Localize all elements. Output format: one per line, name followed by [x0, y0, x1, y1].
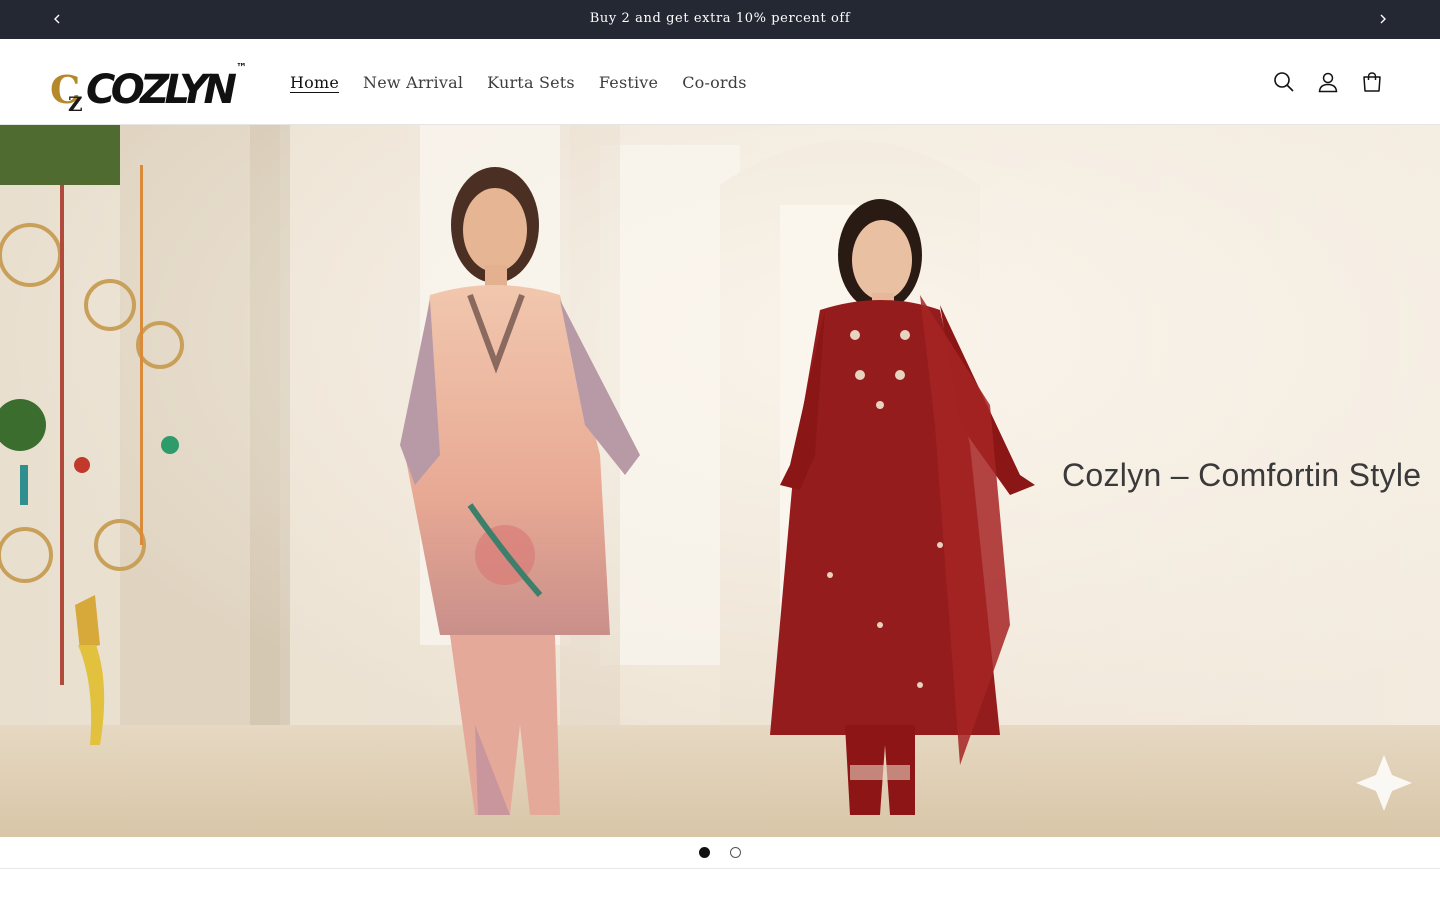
search-icon: [1274, 72, 1294, 92]
header-icons: [1262, 39, 1394, 125]
brand-logo: C Z COZLYN ™: [50, 61, 247, 116]
nav-home[interactable]: Home: [278, 73, 351, 92]
cart-button[interactable]: [1350, 60, 1394, 104]
slide-dot-2[interactable]: [730, 847, 741, 858]
nav-festive[interactable]: Festive: [587, 73, 670, 92]
svg-text:Z: Z: [68, 92, 83, 113]
chevron-right-icon: [1380, 14, 1386, 24]
main-nav: Home New Arrival Kurta Sets Festive Co-o…: [278, 39, 759, 125]
logo-text: COZLYN: [86, 67, 238, 113]
search-button[interactable]: [1262, 60, 1306, 104]
nav-co-ords[interactable]: Co-ords: [670, 73, 758, 92]
announcement-next-button[interactable]: [1373, 9, 1393, 29]
hero-caption: Cozlyn – Comfortin Style: [1062, 457, 1422, 493]
slider-pagination: [0, 837, 1440, 869]
nav-kurta-sets[interactable]: Kurta Sets: [475, 73, 587, 92]
logo-tm: ™: [236, 61, 247, 74]
account-button[interactable]: [1306, 60, 1350, 104]
hero-banner[interactable]: Cozlyn – Comfortin Style: [0, 125, 1440, 837]
slide-dot-1[interactable]: [699, 847, 710, 858]
announcement-text: Buy 2 and get extra 10% percent off: [589, 11, 851, 26]
announcement-bar: Buy 2 and get extra 10% percent off: [0, 0, 1440, 39]
account-icon: [1318, 72, 1338, 93]
logo-link[interactable]: C Z COZLYN ™: [50, 57, 250, 116]
cart-icon: [1363, 72, 1381, 92]
nav-new-arrival[interactable]: New Arrival: [351, 73, 475, 92]
site-header: C Z COZLYN ™ Home New Arrival Kurta Sets…: [0, 39, 1440, 125]
